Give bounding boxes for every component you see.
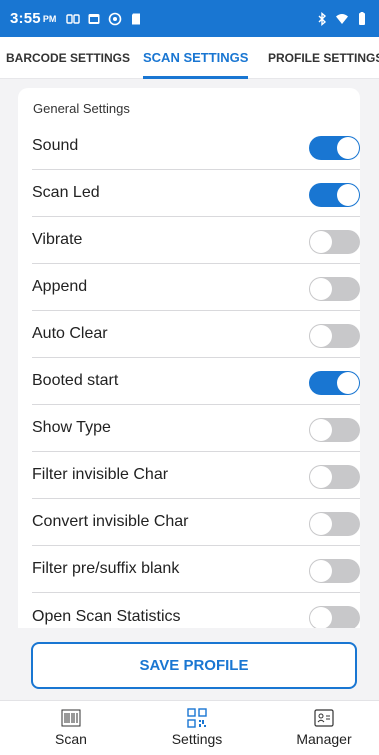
- barcode-icon: [60, 707, 82, 729]
- sd-card-icon: [129, 12, 143, 26]
- setting-label: Append: [32, 278, 88, 295]
- vibrate-toggle[interactable]: [309, 230, 360, 254]
- convert-invisible-char-toggle[interactable]: [309, 512, 360, 536]
- setting-row-scan-led: Scan Led: [32, 170, 360, 217]
- booted-start-toggle[interactable]: [309, 371, 360, 395]
- setting-row-vibrate: Vibrate: [32, 217, 360, 264]
- open-scan-statistics-toggle[interactable]: [309, 606, 360, 630]
- append-toggle[interactable]: [309, 277, 360, 301]
- bluetooth-icon: [315, 11, 329, 26]
- setting-label: Filter pre/suffix blank: [32, 560, 180, 577]
- save-bar: SAVE PROFILE: [0, 628, 379, 700]
- sound-toggle[interactable]: [309, 136, 360, 160]
- setting-label: Booted start: [32, 372, 119, 389]
- setting-label: Open Scan Statistics: [32, 607, 181, 625]
- tab-profile-settings[interactable]: PROFILE SETTINGS: [268, 37, 379, 79]
- setting-label: Filter invisible Char: [32, 466, 169, 483]
- general-settings-card: General Settings Sound Scan Led Vibrate …: [18, 88, 360, 648]
- battery-icon: [355, 11, 369, 26]
- nav-item-settings[interactable]: Settings: [157, 707, 237, 747]
- id-card-icon: [313, 707, 335, 729]
- setting-label: Show Type: [32, 419, 111, 436]
- setting-row-filter-invisible-char: Filter invisible Char: [32, 452, 360, 499]
- calendar-icon: [87, 12, 101, 26]
- setting-row-filter-pre-suffix-blank: Filter pre/suffix blank: [32, 546, 360, 593]
- setting-label: Auto Clear: [32, 325, 108, 342]
- auto-clear-toggle[interactable]: [309, 324, 360, 348]
- setting-label: Convert invisible Char: [32, 513, 189, 530]
- qr-code-icon: [186, 707, 208, 729]
- bottom-nav: Scan Settings Manager: [0, 700, 379, 755]
- setting-row-sound: Sound: [32, 123, 360, 170]
- sim-icon: [66, 12, 81, 26]
- scan-led-toggle[interactable]: [309, 183, 360, 207]
- setting-label: Scan Led: [32, 184, 100, 201]
- setting-row-convert-invisible-char: Convert invisible Char: [32, 499, 360, 546]
- nav-label: Manager: [296, 731, 352, 747]
- nav-label: Scan: [55, 731, 87, 747]
- nav-item-manager[interactable]: Manager: [284, 707, 364, 747]
- setting-label: Sound: [32, 137, 79, 154]
- filter-invisible-char-toggle[interactable]: [309, 465, 360, 489]
- filter-pre-suffix-blank-toggle[interactable]: [309, 559, 360, 583]
- status-bar: 3:55 PM: [0, 0, 379, 37]
- show-type-toggle[interactable]: [309, 418, 360, 442]
- setting-row-auto-clear: Auto Clear: [32, 311, 360, 358]
- wifi-icon: [335, 12, 349, 26]
- status-time: 3:55: [10, 10, 41, 27]
- nav-label: Settings: [171, 731, 223, 747]
- setting-row-show-type: Show Type: [32, 405, 360, 452]
- tab-barcode-settings[interactable]: BARCODE SETTINGS: [6, 37, 130, 79]
- settings-tabs: BARCODE SETTINGS SCAN SETTINGS PROFILE S…: [0, 37, 379, 79]
- nav-item-scan[interactable]: Scan: [31, 707, 111, 747]
- setting-label: Vibrate: [32, 231, 83, 248]
- vpn-icon: [108, 12, 122, 26]
- save-profile-button[interactable]: SAVE PROFILE: [31, 642, 357, 689]
- tab-scan-settings[interactable]: SCAN SETTINGS: [143, 37, 249, 79]
- setting-row-append: Append: [32, 264, 360, 311]
- status-ampm: PM: [42, 13, 57, 24]
- group-title: General Settings: [33, 101, 130, 116]
- setting-row-booted-start: Booted start: [32, 358, 360, 405]
